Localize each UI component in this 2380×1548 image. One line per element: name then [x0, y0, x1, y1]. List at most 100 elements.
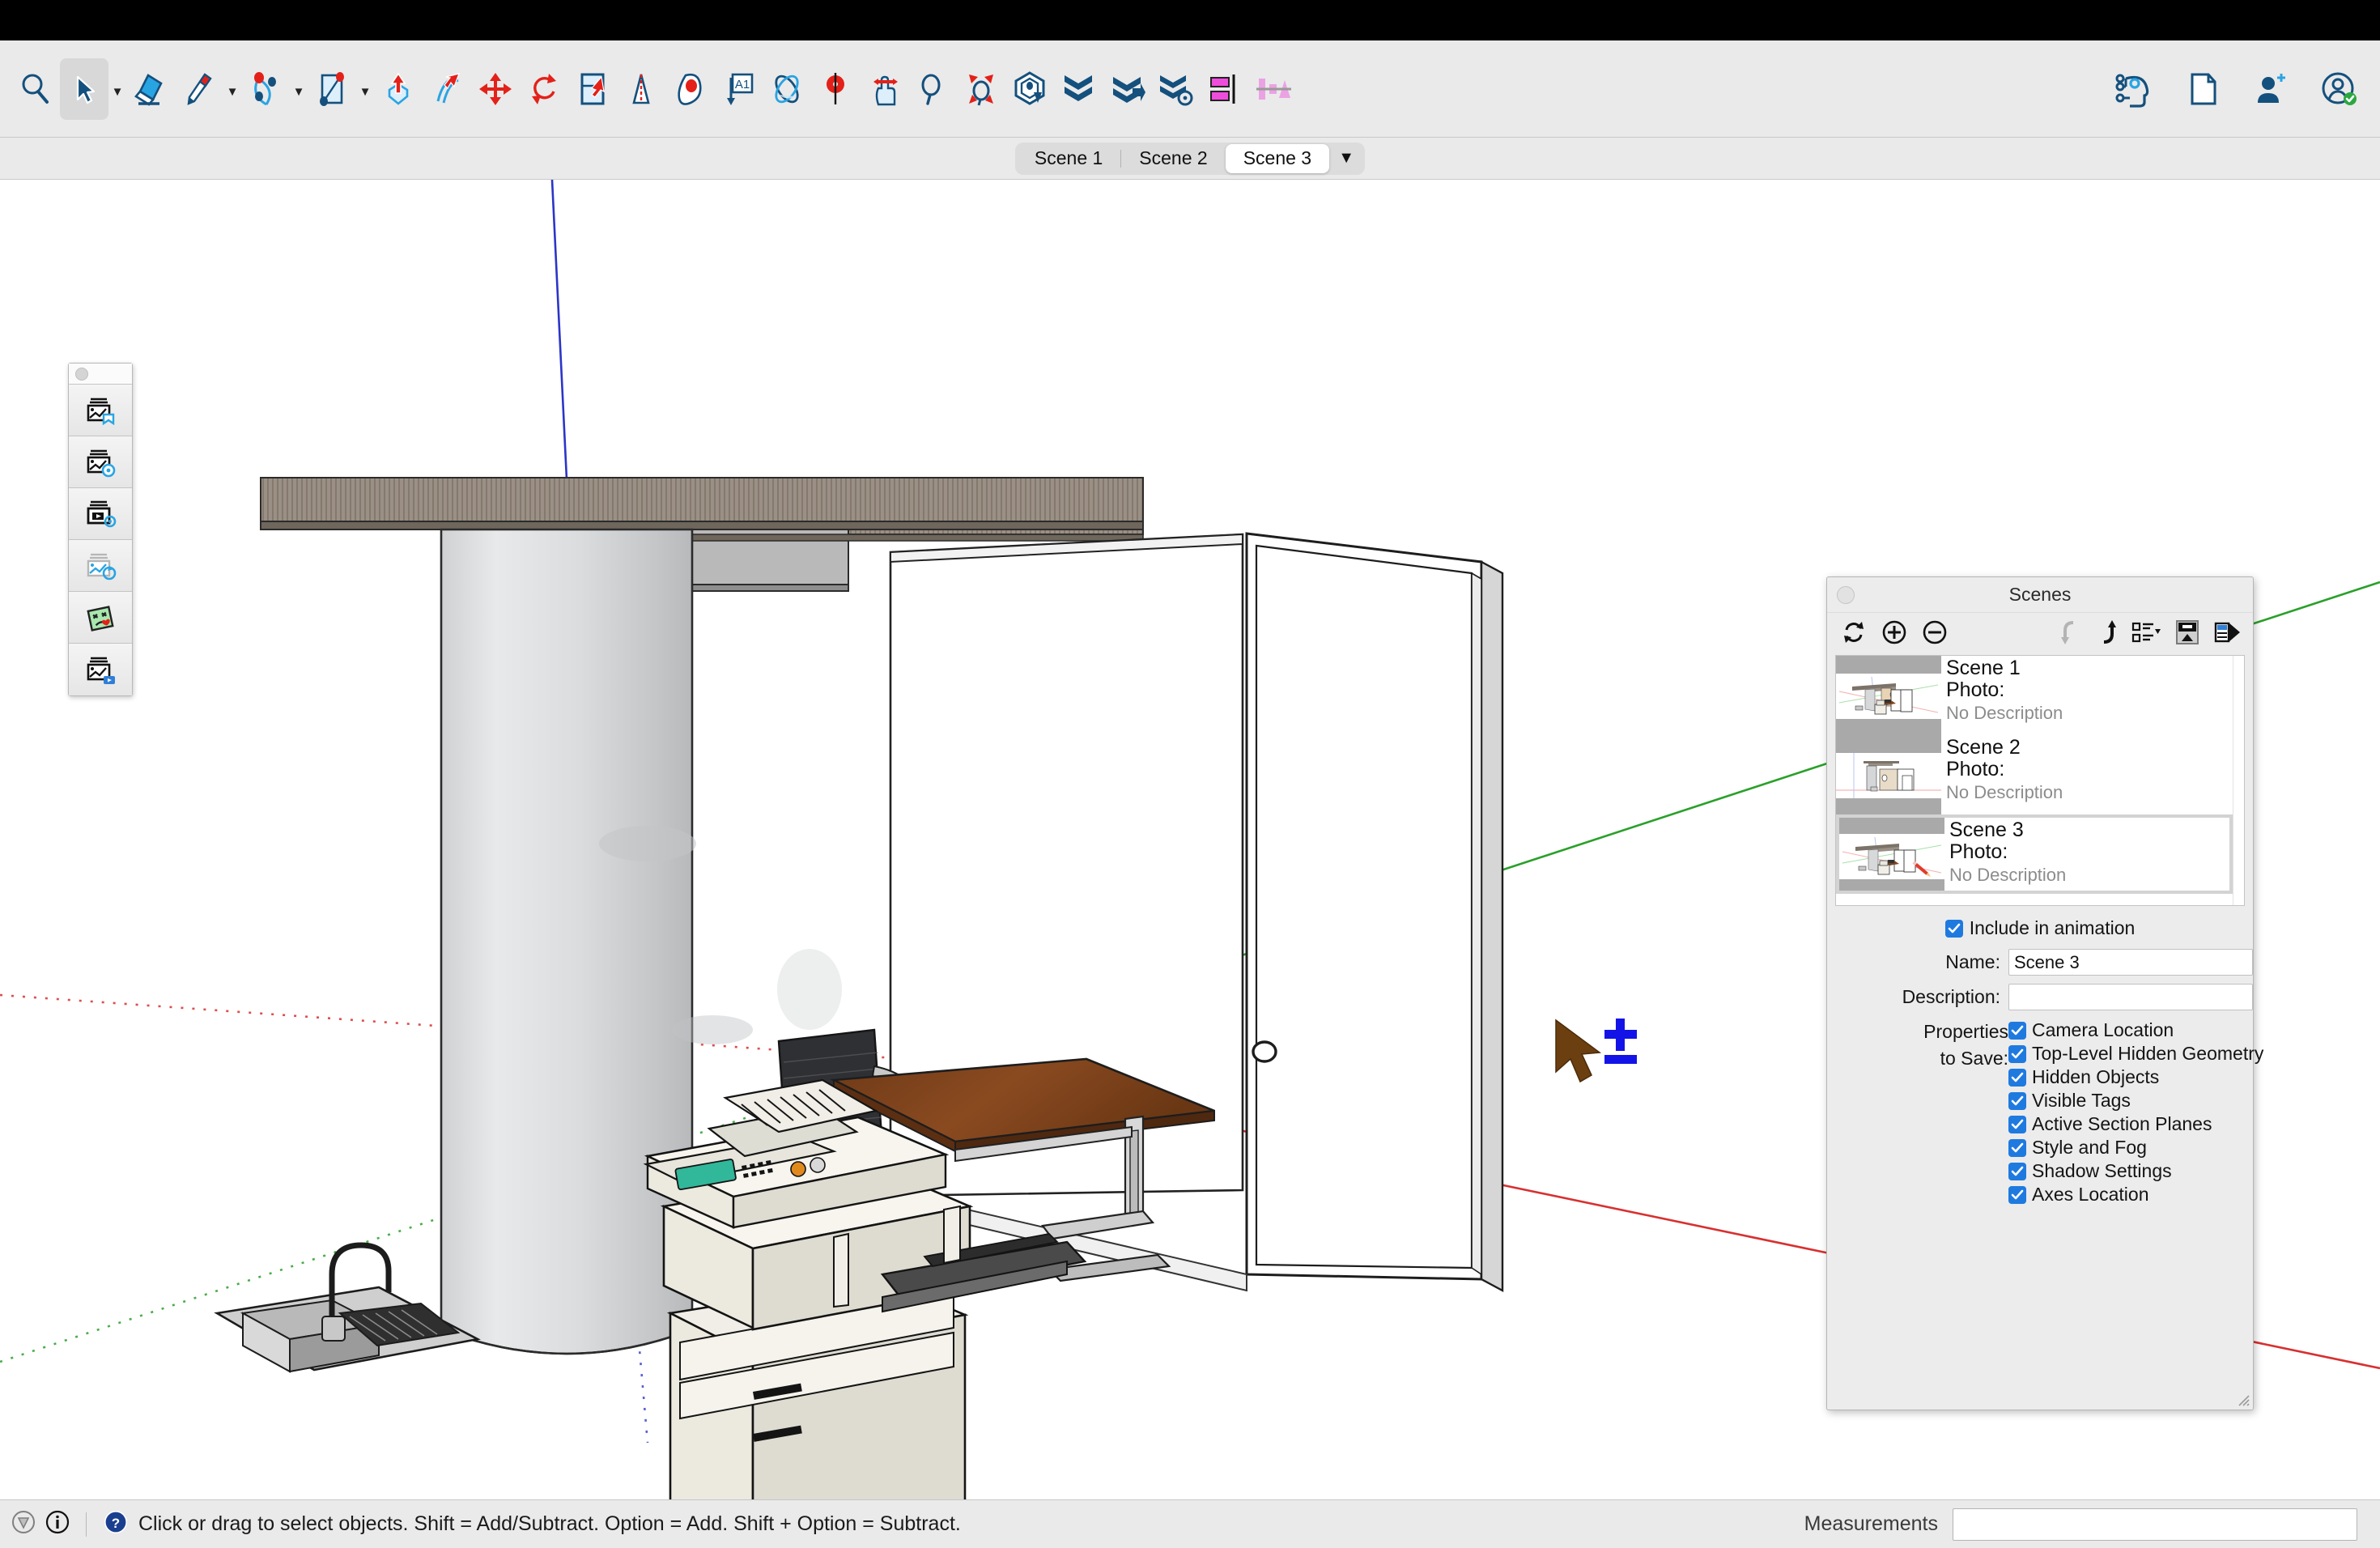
text-tool[interactable]: A1	[714, 58, 763, 120]
select-tool[interactable]	[60, 58, 108, 120]
scene-settings-button[interactable]	[69, 488, 132, 540]
scene-tab-2[interactable]: Scene 2	[1121, 144, 1225, 173]
scene-description-input[interactable]	[2008, 984, 2253, 1010]
property-checkbox-3[interactable]	[2008, 1069, 2026, 1087]
zoom-tool[interactable]	[908, 58, 957, 120]
tags-tool[interactable]	[1054, 58, 1103, 120]
info-icon[interactable]	[45, 1510, 70, 1538]
scenes-dialog-title: Scenes	[2009, 584, 2072, 606]
tape-measure-tool[interactable]	[617, 58, 665, 120]
distribute-tool[interactable]	[1248, 58, 1297, 120]
add-scene-icon[interactable]	[1881, 619, 1908, 646]
zoom-extents-tool[interactable]	[957, 58, 1005, 120]
update-scene-icon[interactable]	[1840, 619, 1868, 646]
property-row[interactable]: Camera Location	[2008, 1019, 2263, 1042]
property-label: Visible Tags	[2032, 1090, 2131, 1112]
eraser-tool[interactable]	[126, 58, 175, 120]
toolbar-account-tools	[2113, 70, 2359, 108]
move-scene-up-icon[interactable]	[2096, 619, 2117, 645]
model-viewport[interactable]: Scenes	[0, 180, 2380, 1520]
property-row[interactable]: Shadow Settings	[2008, 1159, 2263, 1183]
update-scene-button[interactable]	[69, 436, 132, 488]
panel-collapse-icon[interactable]	[2175, 619, 2199, 645]
pan-tool[interactable]	[860, 58, 908, 120]
property-checkbox-8[interactable]	[2008, 1186, 2026, 1204]
dialog-resize-handle[interactable]	[2236, 1393, 2250, 1407]
property-checkbox-4[interactable]	[2008, 1092, 2026, 1110]
property-row[interactable]: Visible Tags	[2008, 1089, 2263, 1112]
include-in-animation-label: Include in animation	[1970, 917, 2136, 939]
add-scene-button[interactable]	[69, 385, 132, 436]
toolbar-drag-handle[interactable]	[69, 364, 132, 385]
view-options-icon[interactable]	[2131, 620, 2161, 644]
new-file-button[interactable]	[2184, 70, 2221, 108]
scene-item-description: No Description	[1946, 782, 2233, 803]
property-row[interactable]: Axes Location	[2008, 1183, 2263, 1206]
scenes-dialog[interactable]: Scenes	[1826, 576, 2254, 1410]
scale-tool[interactable]	[568, 58, 617, 120]
help-icon[interactable]: ?	[103, 1509, 129, 1539]
layers-tool[interactable]	[1103, 58, 1151, 120]
delete-scene-button[interactable]	[69, 592, 132, 644]
section-plane-tool[interactable]	[811, 58, 860, 120]
scene-item-photo-label: Photo:	[1946, 759, 2233, 780]
ai-assistant-button[interactable]	[2113, 70, 2153, 108]
property-row[interactable]: Top-Level Hidden Geometry	[2008, 1042, 2263, 1065]
scenes-list-container[interactable]: Scene 1Photo:No DescriptionScene 2Photo:…	[1835, 655, 2245, 906]
line-tool[interactable]	[175, 58, 223, 120]
move-scene-down-icon[interactable]	[2060, 619, 2081, 645]
scene-tabs-overflow-caret[interactable]: ▼	[1329, 144, 1363, 173]
rectangle-tool[interactable]	[308, 58, 356, 120]
orbit-tool[interactable]	[763, 58, 811, 120]
toolbar-close-dot[interactable]	[75, 368, 88, 381]
property-checkbox-6[interactable]	[2008, 1139, 2026, 1157]
scene-name-input[interactable]	[2008, 949, 2253, 976]
rotate-tool[interactable]	[520, 58, 568, 120]
include-in-animation-row[interactable]: Include in animation	[1835, 917, 2245, 939]
scene-list-item-1[interactable]: Scene 1Photo:No Description	[1836, 656, 2233, 735]
scene-item-photo-label: Photo:	[1946, 679, 2233, 701]
remove-scene-icon[interactable]	[1921, 619, 1949, 646]
paint-bucket-tool[interactable]	[665, 58, 714, 120]
followme-tool[interactable]	[423, 58, 471, 120]
collapse-dialog-button[interactable]	[1837, 586, 1855, 604]
play-animation-button[interactable]	[69, 644, 132, 695]
rectangle-tool-dropdown-caret[interactable]: ▼	[356, 58, 374, 120]
move-tool[interactable]	[471, 58, 520, 120]
geo-location-icon[interactable]	[11, 1510, 36, 1538]
pushpull-tool[interactable]	[374, 58, 423, 120]
invite-user-button[interactable]	[2252, 70, 2289, 108]
arc-tool-dropdown-caret[interactable]: ▼	[290, 58, 308, 120]
property-label: Axes Location	[2032, 1184, 2148, 1206]
scenes-list-scrollbar[interactable]	[2233, 656, 2244, 905]
measurements-input[interactable]	[1953, 1508, 2357, 1541]
account-button[interactable]	[2320, 70, 2359, 108]
scene-list-item-2[interactable]: Scene 2Photo:No Description	[1836, 735, 2233, 814]
property-checkbox-7[interactable]	[2008, 1163, 2026, 1180]
line-tool-dropdown-caret[interactable]: ▼	[223, 58, 241, 120]
sink	[217, 1245, 478, 1372]
include-in-animation-checkbox[interactable]	[1945, 920, 1963, 938]
arc-tool[interactable]	[241, 58, 290, 120]
panel-dock-icon[interactable]	[2214, 619, 2242, 645]
component-tool[interactable]	[1005, 58, 1054, 120]
search-tool[interactable]	[11, 58, 60, 120]
property-checkbox-2[interactable]	[2008, 1045, 2026, 1063]
scene-list-item-3[interactable]: Scene 3Photo:No Description	[1836, 814, 2233, 894]
property-row[interactable]: Hidden Objects	[2008, 1065, 2263, 1089]
scene-item-name: Scene 2	[1946, 737, 2233, 759]
scenes-floating-toolbar[interactable]	[68, 363, 133, 696]
property-checkbox-5[interactable]	[2008, 1116, 2026, 1133]
model-info-tool[interactable]	[1151, 58, 1200, 120]
property-checkbox-1[interactable]	[2008, 1022, 2026, 1040]
scene-properties-form: Include in animation Name: Description: …	[1827, 906, 2253, 1206]
select-tool-dropdown-caret[interactable]: ▼	[108, 58, 126, 120]
property-label: Hidden Objects	[2032, 1066, 2159, 1088]
scene-tab-1[interactable]: Scene 1	[1017, 144, 1120, 173]
previous-scene-button[interactable]	[69, 540, 132, 592]
align-tool[interactable]	[1200, 58, 1248, 120]
scenes-dialog-titlebar[interactable]: Scenes	[1827, 577, 2253, 613]
property-row[interactable]: Active Section Planes	[2008, 1112, 2263, 1136]
property-row[interactable]: Style and Fog	[2008, 1136, 2263, 1159]
scene-tab-3[interactable]: Scene 3	[1226, 144, 1329, 173]
